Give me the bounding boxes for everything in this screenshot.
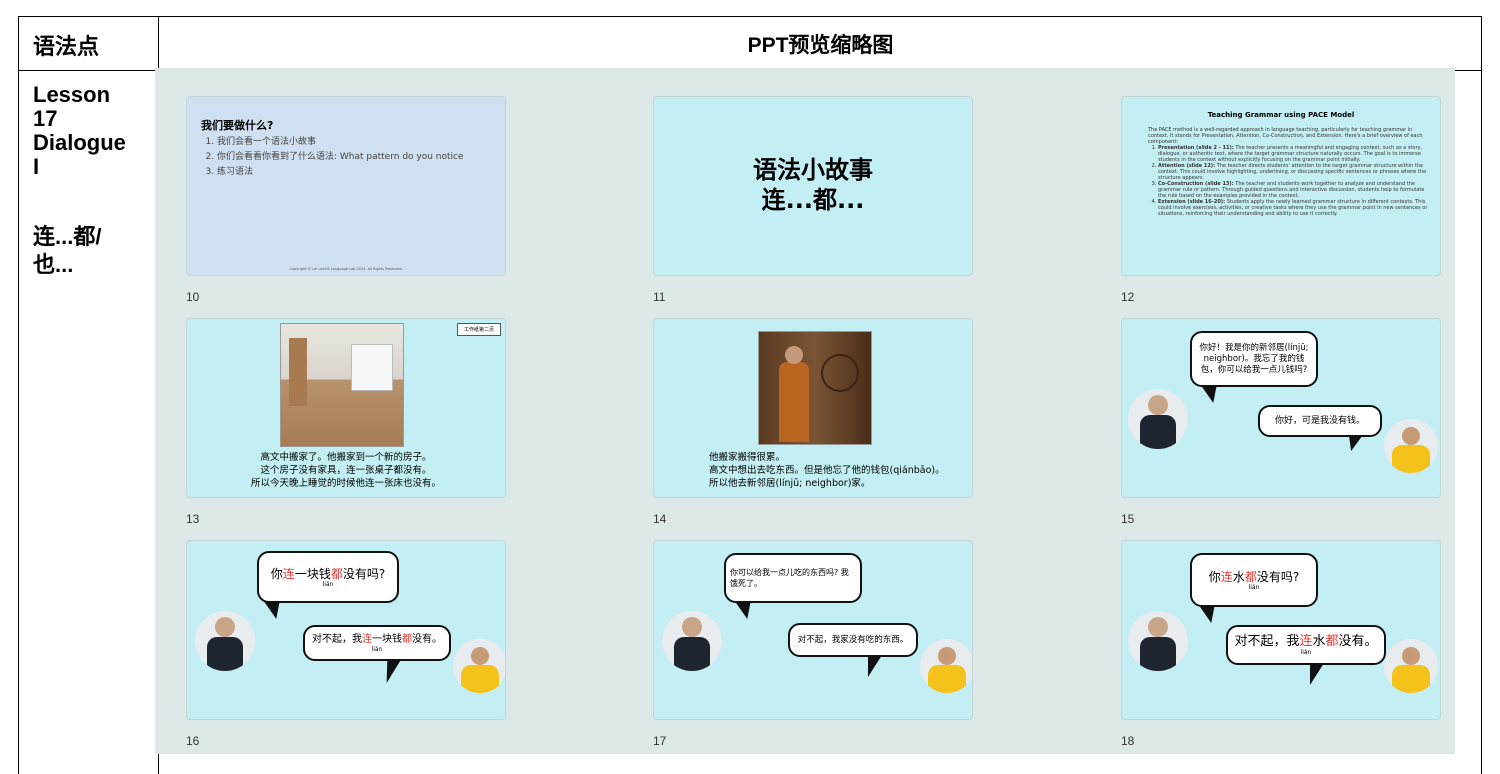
bubble-tail [378,659,402,683]
slide-thumbnail-11[interactable]: 语法小故事 连...都... [653,96,973,276]
avatar-man-suit [195,611,255,671]
bubble-tail [1198,605,1222,623]
caption-line: 高文中想出去吃东西。但是他忘了他的钱包(qiánbāo)。 [709,465,945,476]
slide-copyright: Copyright © Lei Leveill Language Lab 202… [289,267,403,271]
slide-thumbnail-14[interactable]: 他搬家搬得很累。 高文中想出去吃东西。但是他忘了他的钱包(qiánbāo)。 所… [653,318,973,498]
speech-bubble: 你连一块钱都没有吗? lián [257,551,399,603]
slide-title: Teaching Grammar using PACE Model [1207,111,1355,119]
slide-thumbnail-17[interactable]: 你可以给我一点儿吃的东西吗? 我饿死了。 对不起，我家没有吃的东西。 [653,540,973,720]
slide-number: 16 [186,734,200,748]
avatar-man-suit [1128,389,1188,449]
speech-bubble: 你好！我是你的新邻居(línjū; neighbor)。我忘了我的钱包，你可以给… [1190,331,1318,387]
bubble-text: 你连一块钱都没有吗? [270,566,386,581]
slide-number: 15 [1121,512,1135,526]
header-grammar-point: 语法点 [33,34,100,59]
caption-line: 这个房子没有家具，连一张桌子都没有。 [260,465,432,476]
slide-thumbnail-10[interactable]: 我们要做什么? 我们会看一个语法小故事 你们会看看你看到了什么语法: What … [186,96,506,276]
slide-number: 17 [653,734,667,748]
slide-number: 14 [653,512,667,526]
speech-bubble: 对不起，我连水都没有。 lián [1226,625,1386,665]
list-item: Extension (slide 16-20): Students apply … [1158,199,1430,217]
slide-list: 我们会看一个语法小故事 你们会看看你看到了什么语法: What pattern … [187,135,464,180]
caption-line: 所以他去新邻居(línjū; neighbor)家。 [709,478,871,489]
slide-number: 12 [1121,290,1135,304]
pinyin-label: lián [371,645,383,653]
speech-bubble: 你好，可是我没有钱。 [1258,405,1382,437]
avatar-man-suit [1128,611,1188,671]
slide-thumbnail-16[interactable]: 你连一块钱都没有吗? lián 对不起，我连一块钱都没有。 lián [186,540,506,720]
slide-title-line: 连...都... [761,186,865,214]
avatar-man-yellow [1384,639,1438,693]
speech-bubble: 你可以给我一点儿吃的东西吗? 我饿死了。 [724,553,862,603]
caption-line: 他搬家搬得很累。 [709,452,786,463]
list-item: 你们会看看你看到了什么语法: What pattern do you notic… [217,150,464,165]
speech-bubble: 对不起，我连一块钱都没有。 lián [303,625,451,661]
slide-number: 18 [1121,734,1135,748]
slide-body: The PACE method is a well-regarded appro… [1148,127,1430,217]
avatar-man-yellow [920,639,972,693]
avatar-man-yellow [453,639,505,693]
bubble-tail [1343,435,1363,451]
pinyin-label: lián [1300,649,1312,656]
lesson-label: Lesson 17 Dialogue I [33,82,126,179]
bubble-tail [263,601,287,619]
slide-number: 13 [186,512,200,526]
bubble-tail [1301,663,1325,685]
slide-caption: 他搬家搬得很累。 高文中想出去吃东西。但是他忘了他的钱包(qiánbāo)。 所… [709,451,945,490]
knocking-door-photo [758,331,872,445]
list-item: Presentation (slide 2 - 11): The teacher… [1158,145,1430,163]
list-item: Attention (slide 12): The teacher direct… [1158,163,1430,181]
slide-intro: The PACE method is a well-regarded appro… [1148,127,1423,145]
slide-thumbnail-15[interactable]: 你好！我是你的新邻居(línjū; neighbor)。我忘了我的钱包，你可以给… [1121,318,1441,498]
bubble-tail [1200,385,1224,403]
slide-title: 我们要做什么? [201,119,274,132]
slide-thumbnail-18[interactable]: 你连水都没有吗? lián 对不起，我连水都没有。 lián [1121,540,1441,720]
slide-caption: 高文中搬家了。他搬家到一个新的房子。 这个房子没有家具，连一张桌子都没有。 所以… [187,451,505,490]
list-item: 练习语法 [217,165,464,180]
pinyin-label: lián [1248,583,1260,591]
slide-title-line: 语法小故事 [753,156,873,184]
slide-thumbnail-grid: 我们要做什么? 我们会看一个语法小故事 你们会看看你看到了什么语法: What … [155,68,1455,754]
list-item: 我们会看一个语法小故事 [217,135,464,150]
caption-line: 高文中搬家了。他搬家到一个新的房子。 [260,452,432,463]
speech-bubble: 对不起，我家没有吃的东西。 [788,623,918,657]
bubble-tail [859,655,883,677]
avatar-man-yellow [1384,419,1438,473]
bubble-text: 你连水都没有吗? [1208,569,1300,584]
grammar-point-label: 连...都/ 也... [33,224,102,277]
slide-thumbnail-13[interactable]: 工作纸第二页 高文中搬家了。他搬家到一个新的房子。 这个房子没有家具，连一张桌子… [186,318,506,498]
bubble-tail [734,601,758,619]
slide-number: 10 [186,290,200,304]
worksheet-tag: 工作纸第二页 [456,323,501,336]
pinyin-label: lián [322,580,334,588]
header-ppt-preview: PPT预览缩略图 [747,34,894,57]
slide-list: Presentation (slide 2 - 11): The teacher… [1148,145,1430,217]
bubble-text: 对不起，我连水都没有。 [1234,634,1378,649]
bubble-text: 对不起，我连一块钱都没有。 [312,633,442,645]
slide-thumbnail-12[interactable]: Teaching Grammar using PACE Model The PA… [1121,96,1441,276]
list-item: Co-Construction (slide 13): The teacher … [1158,181,1430,199]
slide-number: 11 [653,290,666,304]
speech-bubble: 你连水都没有吗? lián [1190,553,1318,607]
empty-room-photo [280,323,404,447]
slide-title: 语法小故事 连...都... [654,155,972,215]
avatar-man-suit [662,611,722,671]
caption-line: 所以今天晚上睡觉的时候他连一张床也没有。 [250,478,441,489]
